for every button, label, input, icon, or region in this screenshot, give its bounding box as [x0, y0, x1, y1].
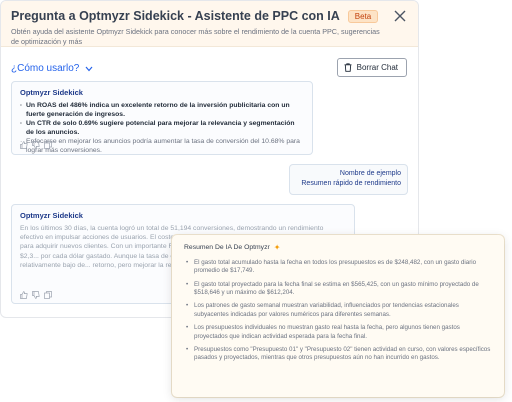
list-item: Un CTR de solo 0.69% sugiere potencial p… — [20, 119, 304, 137]
ai-summary-popover: Resumen De IA De Optmyzr ✦ El gasto tota… — [172, 235, 504, 397]
toolbar: ¿Cómo usarlo? Borrar Chat — [11, 58, 408, 78]
how-to-use-label: ¿Cómo usarlo? — [11, 63, 80, 74]
sparkle-icon: ✦ — [273, 243, 281, 252]
list-item: El gasto total proyectado para la fecha … — [184, 281, 492, 298]
copy-icon[interactable] — [44, 141, 52, 149]
beta-badge: Beta — [347, 9, 379, 23]
user-message: Nombre de ejemplo Resumen rápido de rend… — [289, 164, 408, 195]
thumbs-down-icon[interactable] — [32, 291, 40, 299]
ai-summary-list: El gasto total acumulado hasta la fecha … — [184, 259, 492, 363]
panel-header: Pregunta a Optmyzr Sidekick - Asistente … — [1, 1, 418, 47]
list-item: Enfocarse en mejorar los anuncios podría… — [20, 137, 304, 155]
list-item: Los presupuestos individuales no muestra… — [184, 324, 492, 341]
thumbs-up-icon[interactable] — [20, 141, 28, 149]
close-icon[interactable] — [394, 10, 406, 22]
feedback-actions — [20, 141, 52, 149]
how-to-use-toggle[interactable]: ¿Cómo usarlo? — [11, 63, 93, 74]
feedback-actions — [20, 291, 52, 299]
thumbs-up-icon[interactable] — [20, 291, 28, 299]
trash-icon — [344, 63, 352, 72]
page-title: Pregunta a Optmyzr Sidekick - Asistente … — [11, 9, 340, 23]
message-author: Optmyzr Sidekick — [20, 88, 83, 97]
copy-icon[interactable] — [44, 291, 52, 299]
list-item: Presupuestos como "Presupuesto 01" y "Pr… — [184, 346, 492, 363]
ai-summary-title: Resumen De IA De Optmyzr — [184, 244, 270, 251]
message-bullets: Un ROAS del 486% indica un excelente ret… — [20, 101, 304, 155]
panel-subtitle: Obtén ayuda del asistente Optmyzr Sideki… — [11, 27, 380, 46]
thumbs-down-icon[interactable] — [32, 141, 40, 149]
chevron-down-icon — [85, 66, 93, 71]
list-item: Un ROAS del 486% indica un excelente ret… — [20, 101, 304, 119]
ai-summary-header: Resumen De IA De Optmyzr ✦ — [184, 243, 492, 252]
user-message-line: Nombre de ejemplo — [339, 170, 401, 177]
message-author: Optmyzr Sidekick — [20, 211, 83, 220]
clear-chat-button[interactable]: Borrar Chat — [336, 58, 407, 77]
clear-chat-label: Borrar Chat — [356, 63, 398, 72]
user-message-line: Resumen rápido de rendimiento — [301, 180, 401, 188]
list-item: Los patrones de gasto semanal muestran v… — [184, 302, 492, 319]
assistant-message: Optmyzr Sidekick Un ROAS del 486% indica… — [11, 81, 313, 155]
list-item: El gasto total acumulado hasta la fecha … — [184, 259, 492, 276]
